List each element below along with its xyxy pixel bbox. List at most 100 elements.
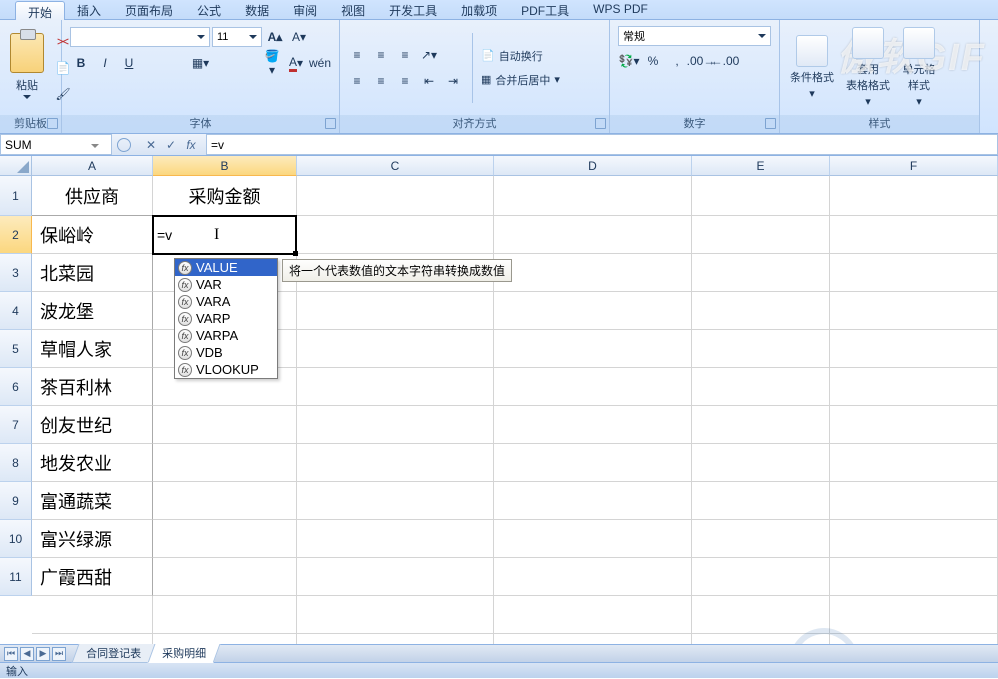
- paste-button[interactable]: 粘贴: [6, 31, 48, 105]
- cell-D5[interactable]: [494, 330, 692, 368]
- cell-C1[interactable]: [297, 176, 494, 216]
- cell-D2[interactable]: [494, 216, 692, 254]
- col-header-D[interactable]: D: [494, 156, 692, 176]
- sheet-nav-next[interactable]: ▶: [36, 647, 50, 661]
- col-header-E[interactable]: E: [692, 156, 830, 176]
- sheet-tab-合同登记表[interactable]: 合同登记表: [72, 644, 156, 663]
- cell-C8[interactable]: [297, 444, 494, 482]
- tab-PDF工具[interactable]: PDF工具: [509, 0, 581, 19]
- sheet-nav-first[interactable]: ⏮: [4, 647, 18, 661]
- ac-item-VAR[interactable]: fxVAR: [175, 276, 277, 293]
- cell-E2[interactable]: [692, 216, 830, 254]
- cell-B11[interactable]: [153, 558, 297, 596]
- col-header-A[interactable]: A: [32, 156, 153, 176]
- cell-C2[interactable]: [297, 216, 494, 254]
- row-header-7[interactable]: 7: [0, 406, 32, 444]
- cell-C11[interactable]: [297, 558, 494, 596]
- row-header-9[interactable]: 9: [0, 482, 32, 520]
- border-button[interactable]: ▦▾: [190, 52, 212, 74]
- cell-A8[interactable]: 地发农业: [32, 444, 153, 482]
- cell-D6[interactable]: [494, 368, 692, 406]
- ac-item-VARA[interactable]: fxVARA: [175, 293, 277, 310]
- tab-开始[interactable]: 开始: [15, 1, 65, 20]
- align-top-button[interactable]: ≡: [346, 44, 368, 66]
- format-as-table-button[interactable]: 套用 表格格式▾: [842, 25, 894, 110]
- cell-A4[interactable]: 波龙堡: [32, 292, 153, 330]
- increase-decimal-button[interactable]: .00→: [690, 50, 712, 72]
- chevron-down-icon[interactable]: [91, 144, 99, 152]
- cell-B7[interactable]: [153, 406, 297, 444]
- cells-area[interactable]: 供应商采购金额保峪岭=v北菜园波龙堡草帽人家茶百利林创友世纪地发农业富通蔬菜富兴…: [32, 176, 998, 644]
- cell-E6[interactable]: [692, 368, 830, 406]
- cell-E5[interactable]: [692, 330, 830, 368]
- ac-item-VLOOKUP[interactable]: fxVLOOKUP: [175, 361, 277, 378]
- row-header-2[interactable]: 2: [0, 216, 32, 254]
- cell-A5[interactable]: 草帽人家: [32, 330, 153, 368]
- ac-item-VALUE[interactable]: fxVALUE: [175, 259, 277, 276]
- cell-C6[interactable]: [297, 368, 494, 406]
- align-middle-button[interactable]: ≡: [370, 44, 392, 66]
- row-header-11[interactable]: 11: [0, 558, 32, 596]
- cell-F4[interactable]: [830, 292, 998, 330]
- cell-A10[interactable]: 富兴绿源: [32, 520, 153, 558]
- cell-A9[interactable]: 富通蔬菜: [32, 482, 153, 520]
- cell-D11[interactable]: [494, 558, 692, 596]
- cell-F10[interactable]: [830, 520, 998, 558]
- cell-F11[interactable]: [830, 558, 998, 596]
- row-header-8[interactable]: 8: [0, 444, 32, 482]
- select-all-corner[interactable]: [0, 156, 32, 176]
- cell-A3[interactable]: 北菜园: [32, 254, 153, 292]
- cell-D8[interactable]: [494, 444, 692, 482]
- bold-button[interactable]: B: [70, 52, 92, 74]
- name-box-input[interactable]: [1, 138, 91, 152]
- cell-styles-button[interactable]: 单元格 样式▾: [898, 25, 940, 110]
- currency-button[interactable]: 💱▾: [618, 50, 640, 72]
- fill-color-button[interactable]: 🪣▾: [261, 52, 283, 74]
- cell-F3[interactable]: [830, 254, 998, 292]
- cell-C5[interactable]: [297, 330, 494, 368]
- indent-decrease-button[interactable]: ⇤: [418, 70, 440, 92]
- cell-F7[interactable]: [830, 406, 998, 444]
- cell-F8[interactable]: [830, 444, 998, 482]
- spreadsheet-grid[interactable]: ABCDEF 1234567891011 供应商采购金额保峪岭=v北菜园波龙堡草…: [0, 156, 998, 644]
- wrap-text-button[interactable]: 📄自动换行: [481, 48, 560, 64]
- orientation-button[interactable]: ↗▾: [418, 44, 440, 66]
- col-header-F[interactable]: F: [830, 156, 998, 176]
- col-header-C[interactable]: C: [297, 156, 494, 176]
- tab-数据[interactable]: 数据: [233, 0, 281, 19]
- tab-视图[interactable]: 视图: [329, 0, 377, 19]
- tab-插入[interactable]: 插入: [65, 0, 113, 19]
- tab-开发工具[interactable]: 开发工具: [377, 0, 449, 19]
- cell-E11[interactable]: [692, 558, 830, 596]
- cancel-formula-button[interactable]: ✕: [142, 138, 160, 152]
- cell-D1[interactable]: [494, 176, 692, 216]
- percent-button[interactable]: %: [642, 50, 664, 72]
- cell-E4[interactable]: [692, 292, 830, 330]
- col-header-B[interactable]: B: [153, 156, 297, 176]
- align-right-button[interactable]: ≡: [394, 70, 416, 92]
- cell-D4[interactable]: [494, 292, 692, 330]
- cell-E9[interactable]: [692, 482, 830, 520]
- indent-increase-button[interactable]: ⇥: [442, 70, 464, 92]
- cell-F1[interactable]: [830, 176, 998, 216]
- align-left-button[interactable]: ≡: [346, 70, 368, 92]
- cell-B2[interactable]: =v: [153, 216, 297, 254]
- formula-input[interactable]: =v: [206, 134, 998, 155]
- cell-E8[interactable]: [692, 444, 830, 482]
- cell-F5[interactable]: [830, 330, 998, 368]
- decrease-decimal-button[interactable]: ←.00: [714, 50, 736, 72]
- dialog-launcher-icon[interactable]: [765, 118, 776, 129]
- cell-E7[interactable]: [692, 406, 830, 444]
- dialog-launcher-icon[interactable]: [595, 118, 606, 129]
- cell-B10[interactable]: [153, 520, 297, 558]
- cell-D10[interactable]: [494, 520, 692, 558]
- row-header-4[interactable]: 4: [0, 292, 32, 330]
- font-size-combo[interactable]: 11: [212, 27, 262, 47]
- cell-D3[interactable]: [494, 254, 692, 292]
- sheet-tab-采购明细[interactable]: 采购明细: [148, 644, 221, 663]
- tab-页面布局[interactable]: 页面布局: [113, 0, 185, 19]
- italic-button[interactable]: I: [94, 52, 116, 74]
- dialog-launcher-icon[interactable]: [47, 118, 58, 129]
- cell-A11[interactable]: 广霞西甜: [32, 558, 153, 596]
- shrink-font-button[interactable]: A▾: [288, 26, 310, 48]
